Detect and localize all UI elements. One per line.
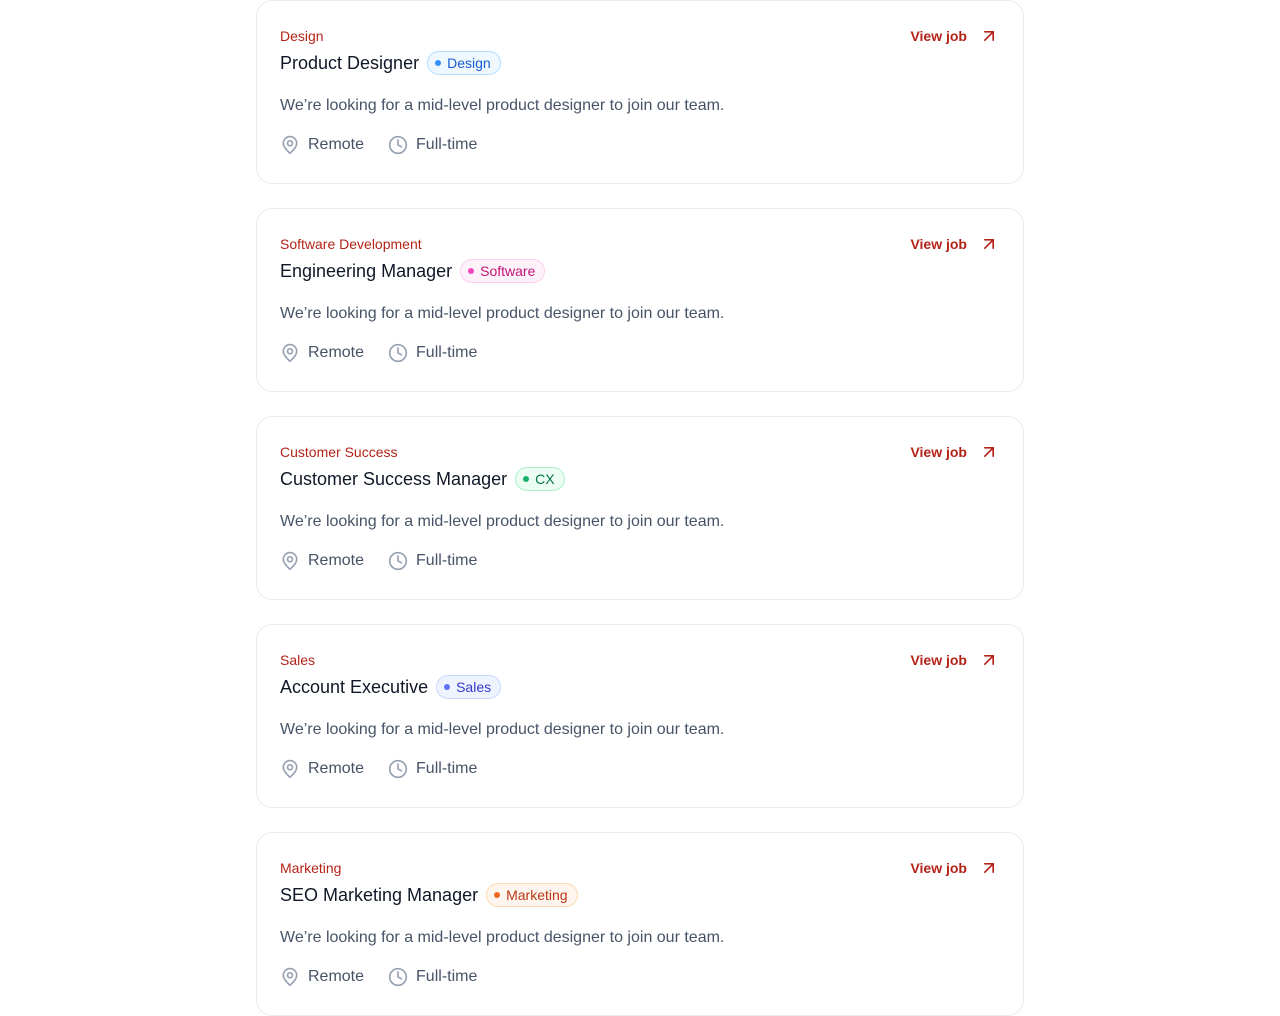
job-location-label: Remote: [308, 344, 365, 361]
job-location: Remote: [280, 759, 364, 779]
marker-pin-icon: [282, 343, 298, 363]
view-job-link[interactable]: View job: [910, 24, 999, 48]
badge-dot-icon: [523, 476, 530, 482]
job-meta: Remote Full-time: [280, 548, 477, 574]
job-location-label: Remote: [308, 968, 365, 985]
arrow-up-right-icon: [983, 30, 995, 42]
clock-icon: [388, 967, 408, 987]
job-description: We’re looking for a mid-level product de…: [280, 305, 725, 322]
marker-pin-icon: [282, 551, 298, 571]
job-location-label: Remote: [308, 552, 365, 569]
job-card: Software Development Engineering Manager…: [256, 208, 1024, 392]
job-badge: Sales: [436, 675, 502, 699]
job-location-label: Remote: [308, 136, 365, 153]
badge-label: Design: [447, 55, 491, 71]
badge-dot-icon: [468, 268, 475, 274]
job-badge: Design: [427, 51, 501, 75]
badge-label: CX: [535, 471, 555, 487]
job-meta: Remote Full-time: [280, 132, 477, 158]
marker-pin-icon: [282, 967, 298, 987]
job-location-label: Remote: [308, 760, 365, 777]
view-job-link[interactable]: View job: [910, 856, 999, 880]
job-type-label: Full-time: [416, 344, 478, 361]
marker-pin-icon: [282, 759, 298, 779]
job-description: We’re looking for a mid-level product de…: [280, 929, 725, 946]
job-title-row: SEO Marketing Manager Marketing: [280, 882, 578, 908]
view-job-label: View job: [910, 28, 967, 44]
arrow-up-right-icon: [983, 862, 995, 874]
job-title: Account Executive: [280, 677, 429, 697]
view-job-label: View job: [910, 236, 967, 252]
job-badge: Software: [460, 259, 546, 283]
job-description: We’re looking for a mid-level product de…: [280, 97, 725, 114]
view-job-link[interactable]: View job: [910, 440, 999, 464]
job-type: Full-time: [388, 135, 477, 155]
job-title-row: Product Designer Design: [280, 50, 501, 76]
job-type: Full-time: [388, 967, 477, 987]
job-list: Design Product Designer Design We’re loo…: [0, 0, 1280, 1016]
job-department: Customer Success: [280, 444, 398, 460]
job-title: Product Designer: [280, 53, 420, 73]
job-title-row: Customer Success Manager CX: [280, 466, 565, 492]
badge-dot-icon: [435, 60, 442, 66]
job-card: Design Product Designer Design We’re loo…: [256, 0, 1024, 184]
badge-label: Sales: [456, 679, 492, 695]
job-card: Marketing SEO Marketing Manager Marketin…: [256, 832, 1024, 1016]
job-department: Marketing: [280, 860, 342, 876]
arrow-up-right-icon: [983, 654, 995, 666]
job-meta: Remote Full-time: [280, 964, 477, 990]
job-location: Remote: [280, 967, 364, 987]
clock-icon: [388, 551, 408, 571]
arrow-up-right-icon: [983, 446, 995, 458]
arrow-up-right-icon: [983, 238, 995, 250]
job-title-row: Account Executive Sales: [280, 674, 502, 700]
view-job-label: View job: [910, 652, 967, 668]
clock-icon: [388, 343, 408, 363]
view-job-label: View job: [910, 444, 967, 460]
job-card: Sales Account Executive Sales We’re look…: [256, 624, 1024, 808]
job-badge: Marketing: [486, 883, 578, 907]
view-job-label: View job: [910, 860, 967, 876]
job-location: Remote: [280, 551, 364, 571]
job-title: SEO Marketing Manager: [280, 885, 479, 905]
job-meta: Remote Full-time: [280, 340, 477, 366]
job-department: Software Development: [280, 236, 422, 252]
job-location: Remote: [280, 135, 364, 155]
view-job-link[interactable]: View job: [910, 232, 999, 256]
clock-icon: [388, 135, 408, 155]
view-job-link[interactable]: View job: [910, 648, 999, 672]
badge-dot-icon: [444, 684, 451, 690]
job-type: Full-time: [388, 759, 477, 779]
job-department: Sales: [280, 652, 316, 668]
badge-label: Marketing: [506, 887, 568, 903]
job-type: Full-time: [388, 343, 477, 363]
clock-icon: [388, 759, 408, 779]
job-type-label: Full-time: [416, 760, 478, 777]
job-description: We’re looking for a mid-level product de…: [280, 513, 725, 530]
job-title: Customer Success Manager: [280, 469, 508, 489]
job-title-row: Engineering Manager Software: [280, 258, 546, 284]
job-title: Engineering Manager: [280, 261, 453, 281]
job-location: Remote: [280, 343, 364, 363]
job-type-label: Full-time: [416, 136, 478, 153]
job-card: Customer Success Customer Success Manage…: [256, 416, 1024, 600]
badge-label: Software: [480, 263, 536, 279]
job-type-label: Full-time: [416, 552, 478, 569]
job-type: Full-time: [388, 551, 477, 571]
job-department: Design: [280, 28, 324, 44]
job-badge: CX: [515, 467, 565, 491]
badge-dot-icon: [494, 892, 501, 898]
marker-pin-icon: [282, 135, 298, 155]
job-description: We’re looking for a mid-level product de…: [280, 721, 725, 738]
job-meta: Remote Full-time: [280, 756, 477, 782]
job-type-label: Full-time: [416, 968, 478, 985]
